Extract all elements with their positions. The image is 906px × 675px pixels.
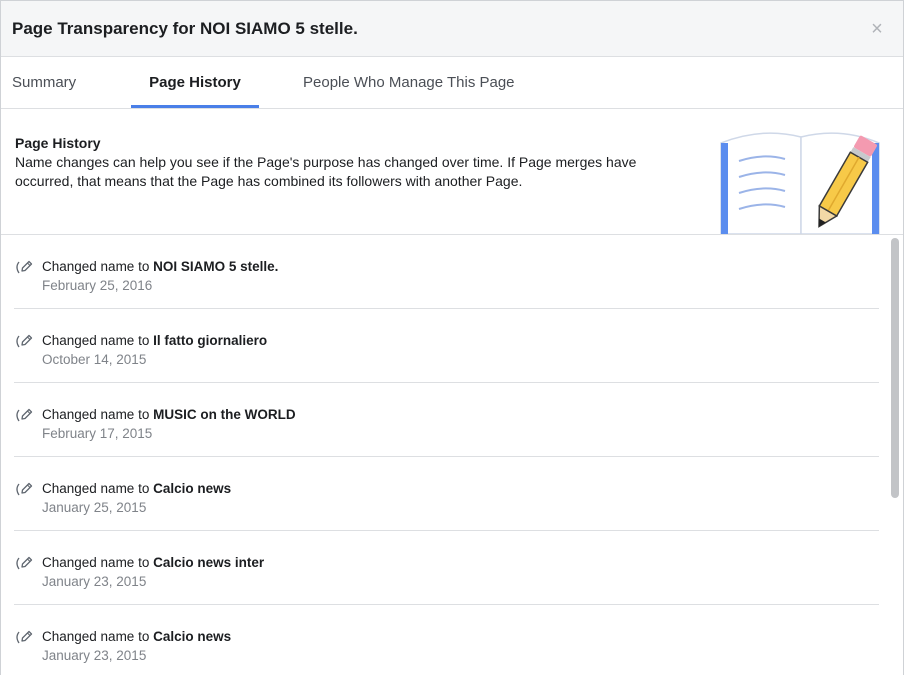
- edit-pencil-icon: [16, 556, 33, 570]
- history-item-name: Calcio news: [153, 629, 232, 644]
- history-item: Changed name to Calcio news inter January…: [14, 531, 879, 605]
- edit-pencil-icon: [16, 260, 33, 274]
- section-description: Name changes can help you see if the Pag…: [15, 154, 637, 189]
- edit-pencil-icon: [16, 630, 33, 644]
- close-icon[interactable]: ×: [867, 19, 887, 39]
- history-item-date: February 17, 2015: [42, 426, 153, 441]
- history-item-name: Il fatto giornaliero: [153, 333, 268, 348]
- history-item: Changed name to Calcio news January 25, 2…: [14, 457, 879, 531]
- history-item-text: Changed name to MUSIC on the WORLD: [42, 406, 296, 424]
- tab-bar: Summary Page History People Who Manage T…: [1, 57, 903, 109]
- history-item: Changed name to MUSIC on the WORLD Februa…: [14, 383, 879, 457]
- history-item-prefix: Changed name to: [42, 629, 150, 644]
- dialog-title: Page Transparency for NOI SIAMO 5 stelle…: [12, 18, 358, 38]
- history-item-prefix: Changed name to: [42, 481, 150, 496]
- history-item-name: Calcio news: [153, 481, 232, 496]
- history-item-prefix: Changed name to: [42, 407, 150, 422]
- edit-pencil-icon: [16, 334, 33, 348]
- history-item-prefix: Changed name to: [42, 259, 150, 274]
- tab-people-who-manage[interactable]: People Who Manage This Page: [303, 57, 515, 108]
- history-item: Changed name to Calcio news January 23, 2…: [14, 605, 879, 675]
- history-item-name: Calcio news inter: [153, 555, 265, 570]
- history-item-body: Changed name to NOI SIAMO 5 stelle. Febru…: [42, 258, 278, 296]
- history-item-text: Changed name to Calcio news: [42, 480, 231, 498]
- tab-page-history[interactable]: Page History: [131, 57, 259, 108]
- page-history-intro: Page History Name changes can help you s…: [1, 109, 903, 235]
- history-item-name: MUSIC on the WORLD: [153, 407, 296, 422]
- edit-pencil-icon: [16, 408, 33, 422]
- history-item-text: Changed name to Il fatto giornaliero: [42, 332, 267, 350]
- section-title: Page History: [15, 135, 101, 151]
- page-transparency-dialog: Page Transparency for NOI SIAMO 5 stelle…: [0, 0, 904, 675]
- history-item-body: Changed name to Il fatto giornaliero Octo…: [42, 332, 267, 370]
- edit-pencil-icon: [16, 482, 33, 496]
- history-item-prefix: Changed name to: [42, 555, 150, 570]
- history-item-prefix: Changed name to: [42, 333, 150, 348]
- history-item-date: January 23, 2015: [42, 648, 147, 663]
- page-history-list-container[interactable]: Changed name to NOI SIAMO 5 stelle. Febru…: [1, 235, 903, 675]
- history-item-body: Changed name to Calcio news January 25, 2…: [42, 480, 231, 518]
- history-item-text: Changed name to NOI SIAMO 5 stelle.: [42, 258, 278, 276]
- history-item-body: Changed name to MUSIC on the WORLD Februa…: [42, 406, 296, 444]
- history-item-date: January 23, 2015: [42, 574, 147, 589]
- tab-summary[interactable]: Summary: [12, 57, 131, 108]
- history-item: Changed name to NOI SIAMO 5 stelle. Febru…: [14, 235, 879, 309]
- history-item-date: January 25, 2015: [42, 500, 147, 515]
- dialog-title-bar: Page Transparency for NOI SIAMO 5 stelle…: [1, 1, 903, 57]
- history-item-name: NOI SIAMO 5 stelle.: [153, 259, 279, 274]
- history-item-date: October 14, 2015: [42, 352, 147, 367]
- scrollbar-thumb[interactable]: [891, 238, 899, 498]
- page-history-list: Changed name to NOI SIAMO 5 stelle. Febru…: [1, 235, 903, 675]
- history-item-date: February 25, 2016: [42, 278, 153, 293]
- history-item-text: Changed name to Calcio news: [42, 628, 231, 646]
- book-and-pencil-icon: [720, 132, 880, 234]
- history-item-body: Changed name to Calcio news inter January…: [42, 554, 264, 592]
- history-item: Changed name to Il fatto giornaliero Octo…: [14, 309, 879, 383]
- history-item-body: Changed name to Calcio news January 23, 2…: [42, 628, 231, 666]
- history-item-text: Changed name to Calcio news inter: [42, 554, 264, 572]
